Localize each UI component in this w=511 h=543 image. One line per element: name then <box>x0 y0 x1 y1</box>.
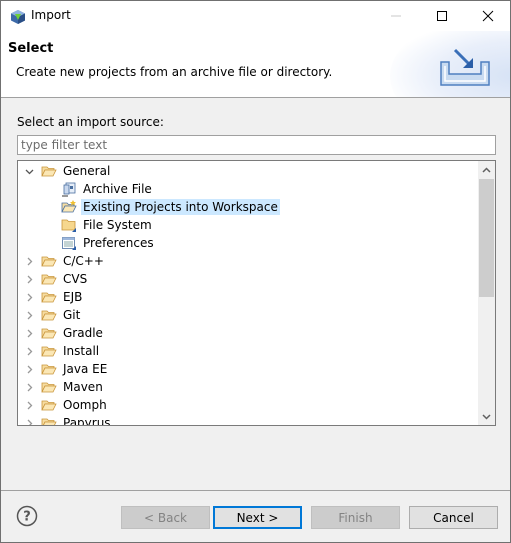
wizard-header: Select Create new projects from an archi… <box>1 31 510 98</box>
tree-item[interactable]: Existing Projects into Workspace <box>61 198 280 216</box>
archive-file-icon <box>62 182 76 197</box>
eclipse-app-icon <box>11 10 25 24</box>
tree-item-label: Oomph <box>63 398 107 412</box>
tree-item-label: File System <box>83 218 152 232</box>
folder-open-icon <box>41 166 57 177</box>
folder-icon <box>41 382 57 393</box>
import-source-label: Select an import source: <box>17 115 164 129</box>
cancel-button[interactable]: Cancel <box>409 506 498 529</box>
folder-icon <box>41 328 57 339</box>
footer-separator <box>1 490 510 491</box>
tree-item[interactable]: Preferences <box>61 234 156 252</box>
chevron-right-icon[interactable] <box>23 288 35 306</box>
folder-icon <box>41 400 57 411</box>
tree-item-label: CVS <box>63 272 88 286</box>
tree-item[interactable]: Java EE <box>23 360 109 378</box>
scrollbar-thumb[interactable] <box>479 179 494 297</box>
tree-item-label: Java EE <box>63 362 108 376</box>
filter-input[interactable] <box>17 135 496 155</box>
tree-item-label: Archive File <box>83 182 152 196</box>
tree-item[interactable]: Git <box>23 306 82 324</box>
scroll-up-button[interactable] <box>478 161 495 178</box>
folder-icon <box>41 256 57 267</box>
chevron-right-icon[interactable] <box>23 396 35 414</box>
chevron-right-icon[interactable] <box>23 414 35 425</box>
tree-item-label: Maven <box>63 380 103 394</box>
tree-item[interactable]: General <box>23 162 112 180</box>
tree-item[interactable]: Gradle <box>23 324 105 342</box>
tree-item[interactable]: Oomph <box>23 396 109 414</box>
vertical-scrollbar[interactable] <box>478 161 495 425</box>
preferences-icon <box>62 237 76 250</box>
tree-item[interactable]: C/C++ <box>23 252 106 270</box>
tree-item-label: Existing Projects into Workspace <box>81 199 280 215</box>
folder-icon <box>41 310 57 321</box>
file-system-icon <box>61 219 76 232</box>
tree-item[interactable]: CVS <box>23 270 89 288</box>
tree-item[interactable]: Maven <box>23 378 105 396</box>
window-title: Import <box>31 8 71 22</box>
chevron-right-icon[interactable] <box>23 270 35 288</box>
tree-item[interactable]: EJB <box>23 288 84 306</box>
chevron-up-icon <box>482 166 491 173</box>
scroll-down-button[interactable] <box>478 408 495 425</box>
back-button[interactable]: < Back <box>121 506 210 529</box>
existing-projects-icon <box>61 200 77 213</box>
tree-item-label: Git <box>63 308 81 322</box>
folder-icon <box>41 364 57 375</box>
tree-item-label: Preferences <box>83 236 154 250</box>
tree-item-label: C/C++ <box>63 254 104 268</box>
tree-item-label: EJB <box>63 290 83 304</box>
chevron-down-icon <box>482 413 491 420</box>
tree-item-label: Papyrus <box>63 416 111 426</box>
next-button[interactable]: Next > <box>213 506 302 529</box>
import-wizard-icon <box>440 48 490 86</box>
folder-icon <box>41 292 57 303</box>
chevron-right-icon[interactable] <box>23 342 35 360</box>
svg-text:?: ? <box>23 510 31 525</box>
finish-button[interactable]: Finish <box>311 506 400 529</box>
chevron-right-icon[interactable] <box>23 252 35 270</box>
tree-item-label: Gradle <box>63 326 103 340</box>
close-icon <box>482 10 494 22</box>
folder-icon <box>41 274 57 285</box>
chevron-right-icon[interactable] <box>23 306 35 324</box>
tree-item-label: General <box>63 164 111 178</box>
tree-item-label: Install <box>63 344 100 358</box>
chevron-right-icon[interactable] <box>23 360 35 378</box>
page-title: Select <box>8 41 54 56</box>
tree-item[interactable]: Install <box>23 342 101 360</box>
help-icon[interactable]: ? <box>16 505 38 527</box>
tree-item[interactable]: Papyrus <box>23 414 113 426</box>
minimize-button[interactable] <box>373 1 419 31</box>
import-dialog: Import Select Create new projects from a… <box>0 0 511 543</box>
close-button[interactable] <box>465 1 511 31</box>
title-bar: Import <box>1 1 510 31</box>
import-source-tree[interactable]: Papyrus Oomph Maven Java EE Install Gradle Git… <box>17 160 496 426</box>
minimize-icon <box>391 15 401 17</box>
chevron-down-icon[interactable] <box>23 162 35 180</box>
tree-item[interactable]: File System <box>61 216 154 234</box>
maximize-button[interactable] <box>419 1 465 31</box>
page-description: Create new projects from an archive file… <box>16 65 333 79</box>
chevron-right-icon[interactable] <box>23 324 35 342</box>
maximize-icon <box>437 11 447 21</box>
folder-icon <box>41 346 57 357</box>
tree-item[interactable]: Archive File <box>61 180 154 198</box>
chevron-right-icon[interactable] <box>23 378 35 396</box>
folder-icon <box>41 418 57 425</box>
